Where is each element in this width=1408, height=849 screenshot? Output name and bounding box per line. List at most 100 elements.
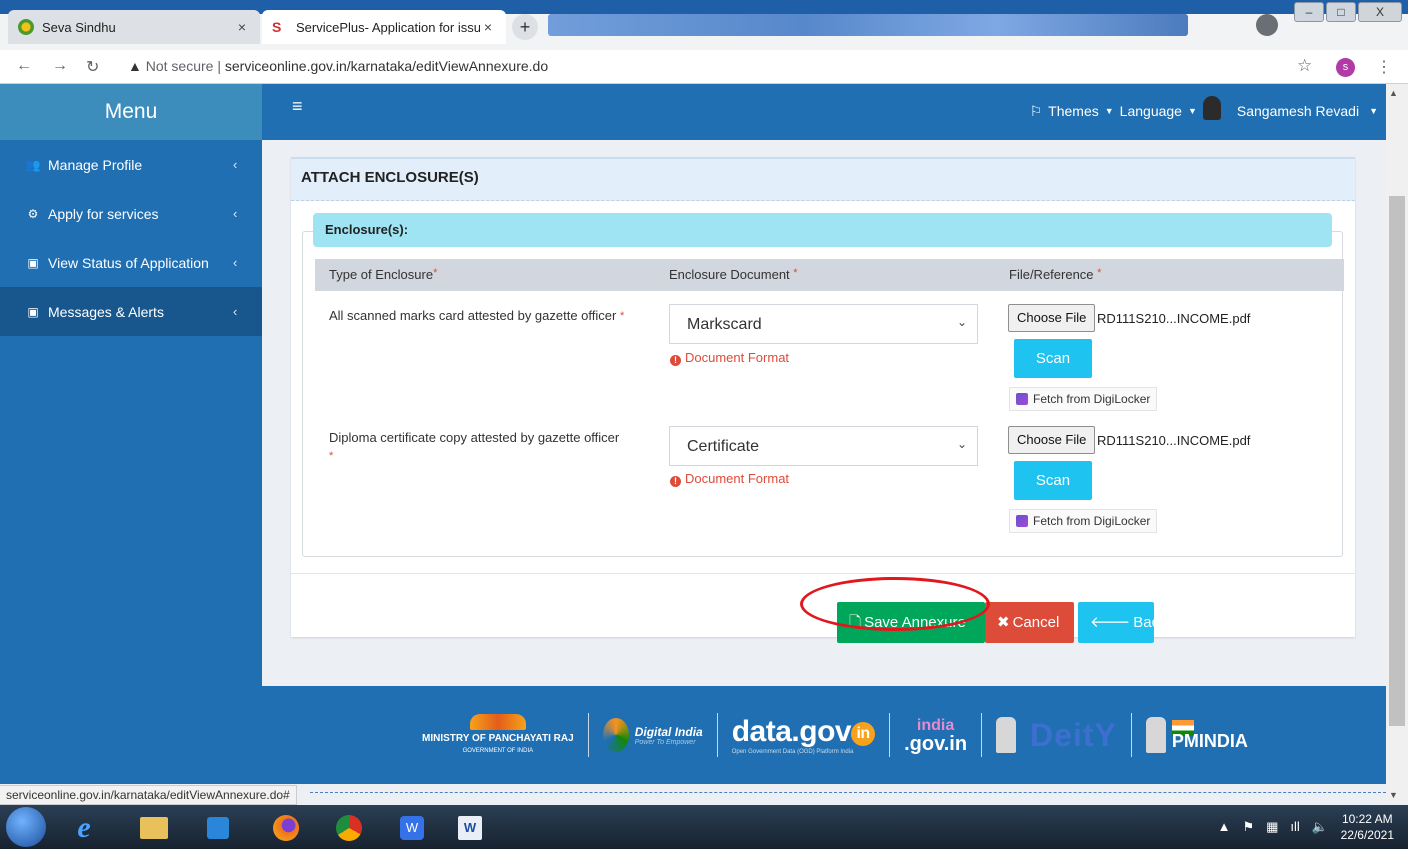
info-icon: !	[670, 476, 681, 487]
header-right: ⚐ Themes ▼ Language ▼ Sangamesh Revadi ▼	[1029, 96, 1378, 120]
pmindia-logo[interactable]: PMINDIA	[1145, 717, 1248, 753]
language-dropdown[interactable]: Language	[1120, 103, 1182, 119]
sidebar-item-label: View Status of Application	[48, 254, 209, 271]
document-format-link[interactable]: ! Document Format	[670, 350, 789, 366]
tray-arrow-icon[interactable]: ▲	[1218, 819, 1231, 835]
back-arrow-icon[interactable]: ←	[16, 57, 32, 75]
cancel-button[interactable]: ✖ Cancel	[985, 602, 1074, 643]
system-tray: ▲ ⚑ ▦ ıll 🔈	[1218, 819, 1328, 835]
highlight-ring	[800, 577, 990, 631]
divider	[981, 713, 983, 757]
caret-down-icon: ▼	[1104, 106, 1114, 116]
file-name: RD111S210...INCOME.pdf	[1097, 311, 1251, 326]
caret-down-icon: ▼	[1187, 106, 1197, 116]
enclosure-document-select[interactable]: Markscard ⌄	[669, 304, 978, 344]
scrollbar-thumb[interactable]	[1389, 196, 1405, 726]
chevron-left-icon: ‹	[233, 255, 238, 270]
bookmark-star-icon[interactable]: ☆	[1297, 56, 1312, 76]
scan-button[interactable]: Scan	[1014, 339, 1092, 378]
user-menu[interactable]: Sangamesh Revadi	[1237, 103, 1359, 119]
india-gov-logo[interactable]: india .gov.in	[904, 717, 967, 754]
close-window-button[interactable]: X	[1358, 2, 1402, 22]
signal-icon[interactable]: ıll	[1290, 819, 1299, 835]
flag-icon: ⚐	[1029, 102, 1043, 119]
internet-explorer-icon[interactable]: e	[60, 811, 108, 845]
datagov-logo[interactable]: data.gov in Open Government Data (OGD) Pl…	[732, 715, 876, 755]
scroll-up-icon[interactable]: ▲	[1389, 88, 1398, 98]
chrome-icon[interactable]	[325, 811, 373, 845]
fetch-digilocker-button[interactable]: Fetch from DigiLocker	[1009, 387, 1158, 411]
enclosure-type-label: Diploma certificate copy attested by gaz…	[329, 430, 620, 462]
chevron-left-icon: ‹	[233, 304, 238, 319]
document-format-link[interactable]: ! Document Format	[670, 471, 789, 487]
file-explorer-icon[interactable]	[130, 811, 178, 845]
chevron-left-icon: ‹	[233, 157, 238, 172]
forward-arrow-icon[interactable]: →	[52, 57, 68, 75]
deity-logo[interactable]: DeitY	[1030, 717, 1117, 754]
action-center-flag-icon[interactable]: ⚑	[1242, 819, 1254, 835]
sidebar-item-manage-profile[interactable]: 👥 Manage Profile ‹	[0, 140, 262, 189]
national-emblem-icon	[1145, 717, 1166, 753]
serviceplus-favicon-icon: S	[272, 19, 282, 35]
profile-avatar[interactable]: s	[1336, 58, 1355, 77]
volume-icon[interactable]: 🔈	[1312, 819, 1328, 835]
firefox-icon[interactable]	[262, 811, 310, 845]
url-field[interactable]: ▲ Not secure | serviceonline.gov.in/karn…	[128, 58, 548, 74]
sidebar-item-messages-alerts[interactable]: ▣ Messages & Alerts ‹	[0, 287, 262, 336]
clock-date: 22/6/2021	[1340, 828, 1394, 842]
browser-menu-icon[interactable]: ⋮	[1376, 57, 1392, 77]
table-header: Type of Enclosure* Enclosure Document * …	[315, 259, 1344, 291]
sidebar-item-apply-services[interactable]: ⚙ Apply for services ‹	[0, 189, 262, 238]
reload-icon[interactable]: ↻	[86, 57, 99, 77]
back-button[interactable]: 🡐 Back	[1078, 602, 1167, 643]
maximize-button[interactable]: □	[1326, 2, 1356, 22]
column-header: Type of Enclosure*	[329, 267, 438, 282]
digital-india-logo[interactable]: Digital India Power To Empower	[602, 718, 703, 752]
start-button[interactable]	[6, 807, 46, 847]
digital-india-icon	[602, 718, 629, 752]
minimize-button[interactable]: –	[1294, 2, 1324, 22]
digilocker-icon	[1016, 515, 1028, 527]
media-player-icon[interactable]	[194, 811, 242, 845]
network-icon[interactable]: ▦	[1266, 819, 1278, 835]
warning-icon: ▲	[128, 58, 142, 74]
footer: MINISTRY OF PANCHAYATI RAJ GOVERNMENT OF…	[262, 686, 1386, 784]
browser-tab-seva-sindhu[interactable]: Seva Sindhu ×	[8, 10, 260, 44]
info-icon: !	[670, 355, 681, 366]
system-clock[interactable]: 10:22 AM 22/6/2021	[1341, 811, 1394, 843]
tab-close-icon[interactable]: ×	[234, 19, 250, 35]
clock-time: 10:22 AM	[1341, 812, 1393, 826]
sun-emblem-icon	[469, 713, 526, 730]
address-bar: ← → ↻ ▲ Not secure | serviceonline.gov.i…	[0, 50, 1408, 84]
caret-down-icon: ▼	[1369, 106, 1378, 116]
word-icon[interactable]: W	[446, 811, 494, 845]
themes-dropdown[interactable]: Themes	[1048, 103, 1099, 119]
sidebar-item-view-status[interactable]: ▣ View Status of Application ‹	[0, 238, 262, 287]
section-header: Enclosure(s):	[313, 213, 1332, 247]
choose-file-button[interactable]: Choose File	[1008, 304, 1096, 332]
digilocker-icon	[1016, 393, 1028, 405]
ministry-panchayati-raj-logo[interactable]: MINISTRY OF PANCHAYATI RAJ GOVERNMENT OF…	[422, 713, 574, 757]
choose-file-button[interactable]: Choose File	[1008, 426, 1096, 454]
page-title: ATTACH ENCLOSURE(S)	[291, 159, 1355, 201]
enclosure-type-label: All scanned marks card attested by gazet…	[329, 308, 625, 323]
sidebar-item-label: Apply for services	[48, 205, 159, 222]
browser-tab-serviceplus[interactable]: S ServicePlus- Application for issue ×	[262, 10, 506, 44]
fetch-digilocker-button[interactable]: Fetch from DigiLocker	[1009, 509, 1158, 533]
divider	[716, 713, 718, 757]
tab-title: Seva Sindhu	[42, 19, 116, 35]
times-circle-icon: ✖	[997, 614, 1010, 631]
scan-button[interactable]: Scan	[1014, 461, 1092, 500]
top-header: ≡ ⚐ Themes ▼ Language ▼ Sangamesh Revadi…	[262, 84, 1386, 140]
tab-close-icon[interactable]: ×	[480, 19, 496, 35]
scroll-down-icon[interactable]: ▼	[1389, 790, 1398, 800]
file-name: RD111S210...INCOME.pdf	[1097, 433, 1251, 448]
tab-title: ServicePlus- Application for issue	[296, 19, 480, 35]
wps-writer-icon[interactable]: W	[388, 811, 436, 845]
chrome-profile-icon[interactable]	[1256, 14, 1278, 36]
enclosure-document-select[interactable]: Certificate ⌄	[669, 426, 978, 466]
chevron-left-icon: ‹	[233, 206, 238, 221]
new-tab-button[interactable]: +	[512, 14, 538, 40]
hamburger-menu-icon[interactable]: ≡	[292, 96, 303, 117]
footer-logos: MINISTRY OF PANCHAYATI RAJ GOVERNMENT OF…	[422, 710, 1248, 760]
